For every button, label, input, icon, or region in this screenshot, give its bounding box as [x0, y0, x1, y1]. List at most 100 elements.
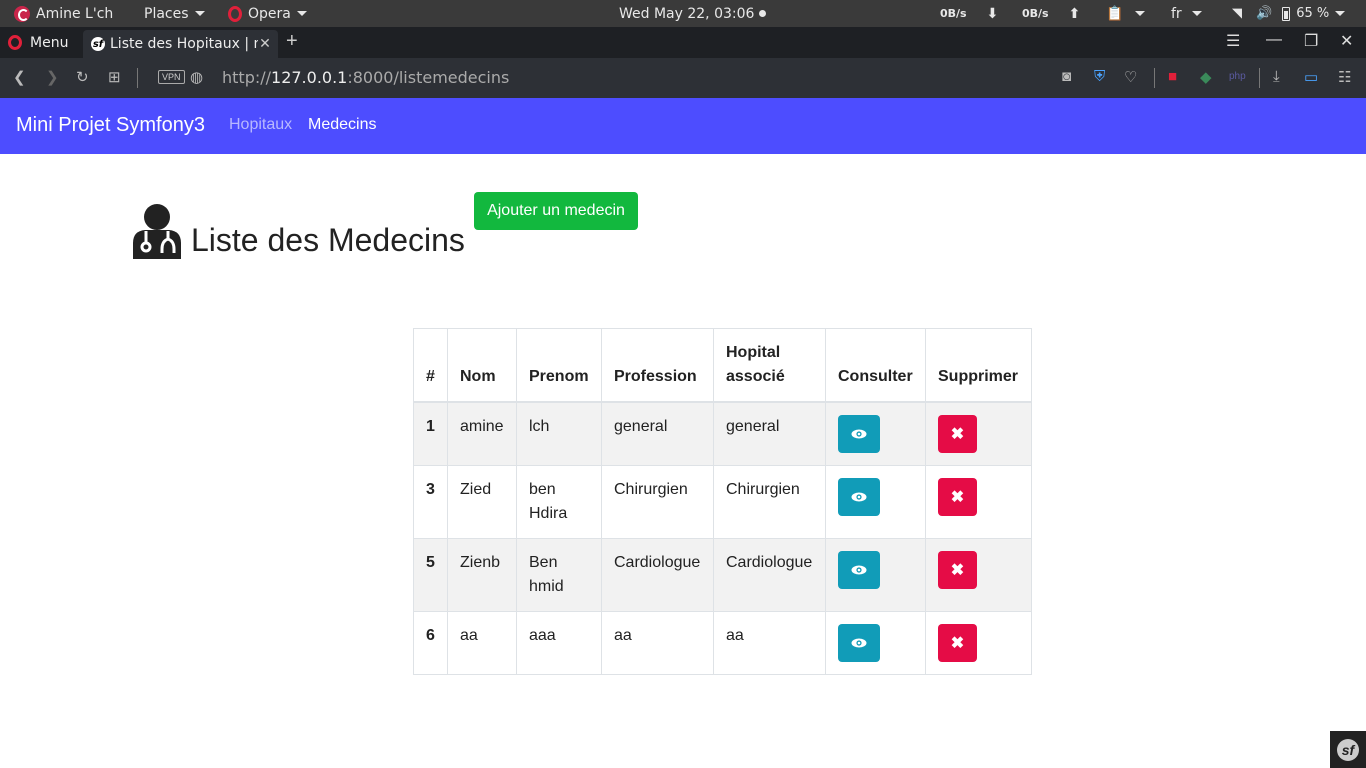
cell-supprimer: ✖ — [925, 538, 1032, 612]
cell-nom: aa — [447, 611, 517, 675]
extension-php-icon[interactable]: php — [1229, 71, 1246, 82]
add-doctor-button[interactable]: Ajouter un medecin — [474, 192, 638, 230]
arrow-down-icon: ⬇ — [986, 5, 999, 22]
delete-x-icon: ✖ — [950, 562, 965, 579]
delete-button[interactable]: ✖ — [938, 624, 977, 662]
places-label: Places — [144, 5, 189, 22]
symfony-favicon-icon: sf — [91, 37, 105, 51]
chevron-down-icon — [1335, 11, 1346, 16]
site-brand[interactable]: Mini Projet Symfony3 — [16, 114, 205, 137]
reload-icon[interactable]: ↻ — [76, 68, 89, 86]
status-area[interactable]: ◥ 🔊 65 % — [1232, 0, 1346, 27]
clock-text: Wed May 22, 03:06 — [619, 5, 755, 22]
table-row: 1 amine lch general general ✖ — [413, 401, 1032, 466]
download-rate-text: 0B/s — [940, 7, 967, 20]
view-button[interactable] — [838, 415, 880, 453]
camera-icon[interactable]: ◙ — [1062, 68, 1071, 85]
wifi-icon: ◥ — [1232, 6, 1242, 21]
view-button[interactable] — [838, 551, 880, 589]
clock[interactable]: Wed May 22, 03:06 — [619, 0, 767, 27]
user-name: Amine L'ch — [36, 5, 114, 22]
download-icon[interactable]: ⤓ — [1273, 68, 1280, 85]
forward-icon[interactable]: ❯ — [46, 68, 59, 86]
cell-id: 5 — [413, 538, 448, 612]
table-row: 5 Zienb Ben hmid Cardiologue Cardiologue… — [413, 538, 1032, 612]
close-tab-icon[interactable]: ✕ — [258, 36, 272, 52]
delete-button[interactable]: ✖ — [938, 415, 977, 453]
clipboard-icon: 📋 — [1106, 5, 1124, 22]
cell-supprimer: ✖ — [925, 465, 1032, 539]
minimize-icon[interactable]: — — [1266, 31, 1282, 49]
active-tab[interactable]: sf Liste des Hopitaux | m ✕ — [83, 30, 278, 58]
new-tab-icon[interactable]: + — [286, 30, 298, 53]
cell-id: 1 — [413, 401, 448, 466]
cell-id: 6 — [413, 611, 448, 675]
delete-button[interactable]: ✖ — [938, 551, 977, 589]
delete-x-icon: ✖ — [950, 635, 965, 652]
user-menu[interactable]: Amine L'ch — [14, 0, 113, 27]
eye-icon — [851, 429, 867, 439]
doctors-table: # Nom Prenom Profession Hopital associé … — [413, 328, 1032, 675]
close-window-icon[interactable]: ✕ — [1340, 31, 1353, 51]
extension-cube-icon[interactable]: ◆ — [1200, 68, 1212, 86]
language-label: fr — [1171, 5, 1182, 22]
cell-consulter — [825, 538, 926, 612]
nav-link-medecins[interactable]: Medecins — [308, 116, 376, 134]
doctor-icon — [133, 204, 181, 259]
symfony-logo-icon: sf — [1337, 738, 1359, 761]
cell-consulter — [825, 465, 926, 539]
url-path: :8000/listemedecins — [347, 68, 510, 87]
url-host: 127.0.0.1 — [271, 68, 348, 87]
vpn-badge[interactable]: VPN — [158, 70, 185, 84]
cell-nom: amine — [447, 401, 517, 466]
globe-icon[interactable]: ◍ — [190, 68, 203, 86]
adblock-icon[interactable]: ⛨ — [1094, 68, 1105, 85]
column-header-hopital: Hopital associé — [713, 328, 826, 403]
symfony-debug-toolbar[interactable]: sf — [1330, 731, 1366, 768]
view-button[interactable] — [838, 478, 880, 516]
opera-icon — [228, 5, 242, 22]
chevron-down-icon — [1135, 11, 1146, 16]
restore-icon[interactable]: ❐ — [1304, 31, 1318, 51]
cell-id: 3 — [413, 465, 448, 539]
battery-icon — [1282, 6, 1291, 21]
column-header-profession: Profession — [601, 328, 714, 403]
back-icon[interactable]: ❮ — [13, 68, 26, 86]
column-header-supprimer: Supprimer — [925, 328, 1032, 403]
eye-icon — [851, 638, 867, 648]
nav-link-hopitaux[interactable]: Hopitaux — [229, 116, 292, 134]
heart-icon[interactable]: ♡ — [1124, 68, 1137, 86]
address-toolbar: ❮ ❯ ↻ ⊞ VPN ◍ http://127.0.0.1:8000/list… — [0, 58, 1366, 98]
cell-profession: aa — [601, 611, 714, 675]
language-menu[interactable]: fr — [1171, 0, 1202, 27]
cell-profession: general — [601, 401, 714, 466]
view-button[interactable] — [838, 624, 880, 662]
speed-dial-icon[interactable]: ⊞ — [108, 68, 121, 86]
notification-dot-icon — [759, 10, 767, 17]
places-menu[interactable]: Places — [144, 0, 205, 27]
cell-prenom: ben Hdira — [516, 465, 602, 539]
battery-level: 65 % — [1296, 6, 1330, 21]
easy-setup-icon[interactable]: ☷ — [1338, 68, 1351, 86]
debian-icon — [14, 5, 30, 22]
cell-hopital: aa — [713, 611, 826, 675]
opera-menu-button[interactable]: Menu — [8, 27, 68, 58]
tab-menu-icon[interactable]: ☰ — [1226, 31, 1240, 51]
browser-tab-strip: Menu sf Liste des Hopitaux | m ✕ + ☰ — ❐… — [0, 27, 1366, 58]
delete-button[interactable]: ✖ — [938, 478, 977, 516]
cell-supprimer: ✖ — [925, 611, 1032, 675]
url-field[interactable]: http://127.0.0.1:8000/listemedecins — [222, 68, 509, 87]
battery-saver-icon[interactable]: ▭ — [1304, 68, 1318, 86]
cell-prenom: Ben hmid — [516, 538, 602, 612]
arrow-up-icon: ⬆ — [1068, 5, 1081, 22]
cell-prenom: lch — [516, 401, 602, 466]
table-row: 6 aa aaa aa aa ✖ — [413, 611, 1032, 675]
system-top-bar: Amine L'ch Places Opera Wed May 22, 03:0… — [0, 0, 1366, 27]
extension-lastpass-icon[interactable]: ■ — [1168, 68, 1177, 85]
app-menu[interactable]: Opera — [228, 0, 307, 27]
toolbar-divider — [137, 68, 138, 88]
upload-rate-text: 0B/s — [1022, 7, 1049, 20]
toolbar-divider — [1154, 68, 1155, 88]
app-label: Opera — [248, 5, 291, 22]
clipboard-menu[interactable]: 📋 — [1106, 0, 1146, 27]
